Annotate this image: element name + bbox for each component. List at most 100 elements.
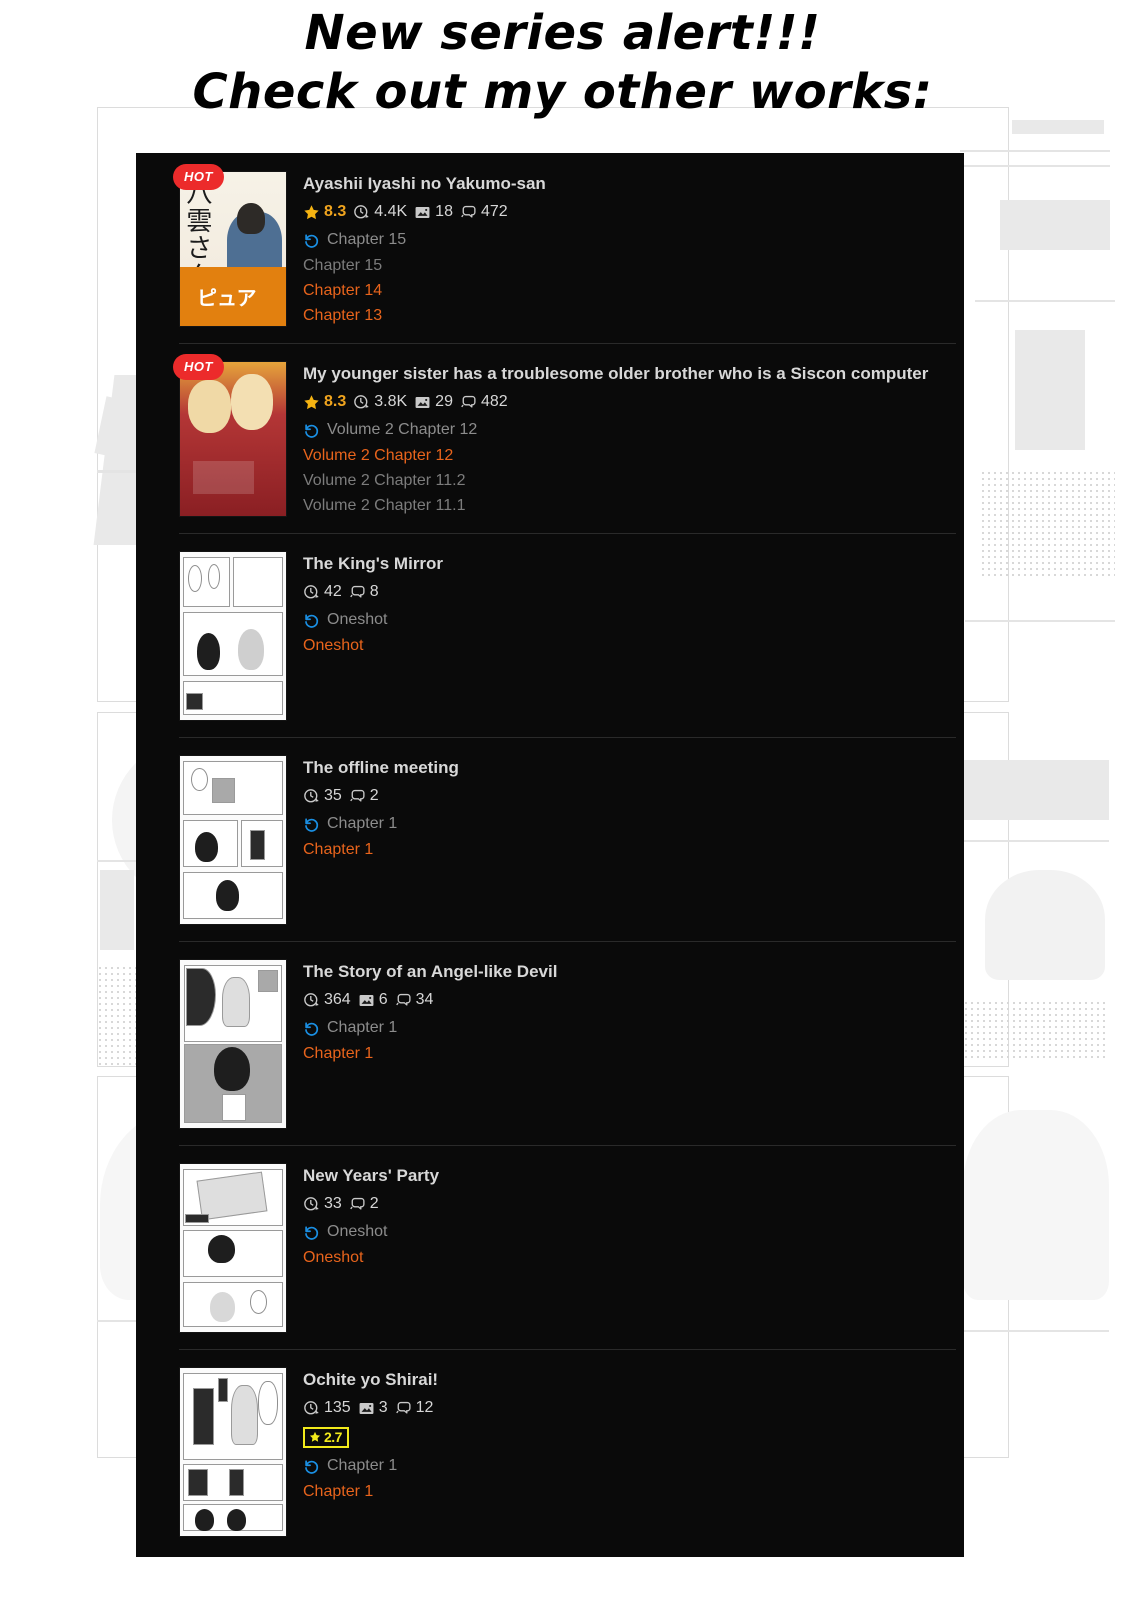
chapter-link[interactable]: Volume 2 Chapter 11.1 <box>303 498 942 514</box>
page-root: New series alert!!! Check out my other w… <box>0 0 1125 1600</box>
last-read-row[interactable]: Oneshot <box>303 611 942 629</box>
chapter-link[interactable]: Chapter 1 <box>303 1484 942 1500</box>
views-icon <box>354 204 369 219</box>
views-icon <box>304 1400 319 1415</box>
series-cover[interactable] <box>179 1163 287 1333</box>
series-info: New Years' Party 33 2 Oneshot Oneshot <box>303 1163 942 1333</box>
comments-value: 482 <box>480 393 508 411</box>
series-info: The Story of an Angel-like Devil 364 6 34 … <box>303 959 942 1129</box>
views-icon <box>304 1196 319 1211</box>
cover-wrapper[interactable] <box>179 1367 287 1537</box>
views-icon <box>304 992 319 1007</box>
series-cover[interactable] <box>179 959 287 1129</box>
last-read-row[interactable]: Volume 2 Chapter 12 <box>303 421 942 439</box>
views-stat: 4.4K <box>353 203 407 221</box>
last-read-row[interactable]: Chapter 1 <box>303 1457 942 1475</box>
series-stats: 35 2 <box>303 787 942 805</box>
chapter-list: Oneshot <box>303 1250 942 1266</box>
comments-value: 472 <box>480 203 508 221</box>
last-read-row[interactable]: Chapter 1 <box>303 1019 942 1037</box>
rating-stat: 8.3 <box>303 393 346 411</box>
images-value: 29 <box>435 393 453 411</box>
last-read-row[interactable]: Chapter 1 <box>303 815 942 833</box>
chapter-list: Oneshot <box>303 638 942 654</box>
comments-icon <box>395 1401 411 1414</box>
series-entry[interactable]: The King's Mirror 42 8 Oneshot Oneshot <box>136 533 964 737</box>
chapter-link[interactable]: Chapter 1 <box>303 842 942 858</box>
rating-value: 8.3 <box>324 393 347 411</box>
chapter-link[interactable]: Volume 2 Chapter 12 <box>303 448 942 464</box>
series-entry[interactable]: 八雲さんピュアHOT Ayashii Iyashi no Yakumo-san … <box>136 153 964 343</box>
images-stat: 29 <box>414 393 453 411</box>
series-info: The offline meeting 35 2 Chapter 1 Chapte… <box>303 755 942 925</box>
last-read-row[interactable]: Oneshot <box>303 1223 942 1241</box>
series-entry[interactable]: New Years' Party 33 2 Oneshot Oneshot <box>136 1145 964 1349</box>
last-read-row[interactable]: Chapter 15 <box>303 231 942 249</box>
views-stat: 364 <box>303 991 351 1009</box>
images-icon <box>415 396 430 408</box>
series-title[interactable]: The Story of an Angel-like Devil <box>303 961 942 982</box>
cover-wrapper[interactable] <box>179 755 287 925</box>
last-read-label: Chapter 15 <box>327 231 407 249</box>
series-entry[interactable]: HOT My younger sister has a troublesome … <box>136 343 964 533</box>
chapter-link[interactable]: Chapter 14 <box>303 283 942 299</box>
comments-value: 2 <box>369 1195 379 1213</box>
series-title[interactable]: The King's Mirror <box>303 553 942 574</box>
images-value: 3 <box>378 1399 388 1417</box>
history-icon <box>305 818 319 832</box>
series-cover[interactable] <box>179 755 287 925</box>
cover-wrapper[interactable] <box>179 1163 287 1333</box>
header-banner: New series alert!!! Check out my other w… <box>0 4 1125 121</box>
history-icon <box>305 1460 319 1474</box>
views-icon <box>304 584 319 599</box>
rating-value: 8.3 <box>324 203 347 221</box>
cover-wrapper[interactable] <box>179 551 287 721</box>
series-stats: 42 8 <box>303 583 942 601</box>
star-icon <box>304 395 319 409</box>
rating-chip-value: 2.7 <box>324 1429 342 1446</box>
chapter-link[interactable]: Volume 2 Chapter 11.2 <box>303 473 942 489</box>
last-read-label: Volume 2 Chapter 12 <box>327 421 478 439</box>
rating-chip: 2.7 <box>303 1427 349 1449</box>
series-cover[interactable] <box>179 1367 287 1537</box>
cover-wrapper[interactable] <box>179 959 287 1129</box>
series-title[interactable]: Ochite yo Shirai! <box>303 1369 942 1390</box>
chapter-list: Chapter 1 <box>303 1484 942 1500</box>
comments-icon <box>395 993 411 1006</box>
images-stat: 3 <box>358 1399 388 1417</box>
chapter-link[interactable]: Oneshot <box>303 1250 942 1266</box>
series-cover[interactable]: 八雲さんピュア <box>179 171 287 327</box>
series-cover[interactable] <box>179 361 287 517</box>
views-stat: 3.8K <box>353 393 407 411</box>
chapter-list: Chapter 1 <box>303 1046 942 1062</box>
series-stats: 8.3 3.8K 29 482 <box>303 393 942 411</box>
history-icon <box>305 614 319 628</box>
chapter-link[interactable]: Chapter 13 <box>303 308 942 324</box>
comments-stat: 2 <box>349 1195 379 1213</box>
chapter-link[interactable]: Chapter 15 <box>303 258 942 274</box>
comments-stat: 2 <box>349 787 379 805</box>
views-value: 364 <box>324 991 351 1009</box>
cover-wrapper[interactable]: 八雲さんピュアHOT <box>175 166 287 327</box>
series-stats: 135 3 12 <box>303 1399 942 1417</box>
images-stat: 6 <box>358 991 388 1009</box>
images-value: 18 <box>435 203 453 221</box>
series-entry[interactable]: Ochite yo Shirai! 135 3 12 2.7 Chapter 1 C… <box>136 1349 964 1553</box>
chapter-link[interactable]: Chapter 1 <box>303 1046 942 1062</box>
last-read-label: Oneshot <box>327 611 388 629</box>
series-entry[interactable]: The offline meeting 35 2 Chapter 1 Chapte… <box>136 737 964 941</box>
history-icon <box>305 1226 319 1240</box>
series-entry[interactable]: The Story of an Angel-like Devil 364 6 34 … <box>136 941 964 1145</box>
series-title[interactable]: Ayashii Iyashi no Yakumo-san <box>303 173 942 194</box>
chapter-link[interactable]: Oneshot <box>303 638 942 654</box>
series-title[interactable]: The offline meeting <box>303 757 942 778</box>
comments-icon <box>349 789 365 802</box>
series-cover[interactable] <box>179 551 287 721</box>
series-title[interactable]: New Years' Party <box>303 1165 942 1186</box>
cover-wrapper[interactable]: HOT <box>175 356 287 517</box>
series-title[interactable]: My younger sister has a troublesome olde… <box>303 363 942 384</box>
views-value: 33 <box>324 1195 342 1213</box>
views-value: 35 <box>324 787 342 805</box>
images-stat: 18 <box>414 203 453 221</box>
series-stats: 33 2 <box>303 1195 942 1213</box>
